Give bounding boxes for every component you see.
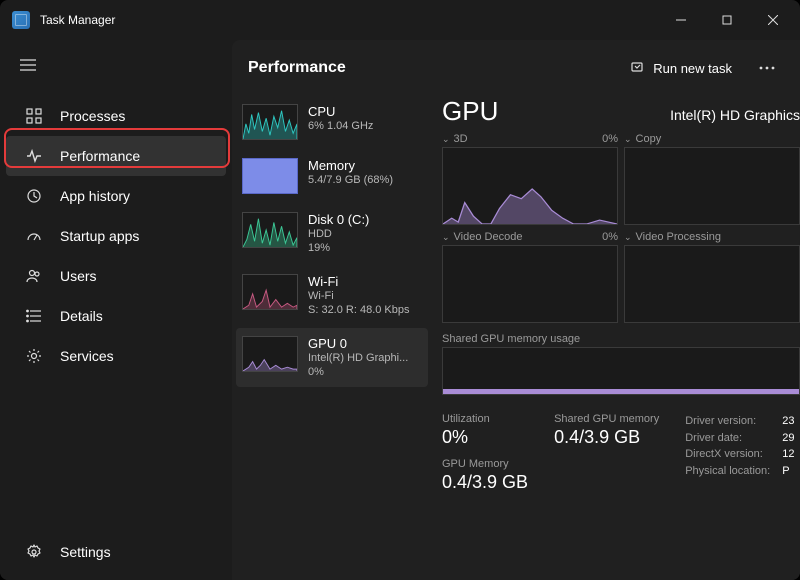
perf-sub: Wi-Fi (308, 290, 410, 304)
perf-item-wifi[interactable]: Wi-Fi Wi-Fi S: 32.0 R: 48.0 Kbps (236, 266, 428, 326)
utilization-value: 0% (442, 427, 528, 448)
chart-pct: 0% (602, 133, 618, 145)
sidebar-item-services[interactable]: Services (6, 336, 226, 376)
utilization-label: Utilization (442, 413, 528, 425)
perf-name: Wi-Fi (308, 274, 410, 290)
close-button[interactable] (750, 0, 796, 40)
history-icon (24, 186, 44, 206)
more-options-button[interactable] (750, 53, 784, 83)
disk-thumbnail (242, 212, 298, 248)
chart-shared-gpu-memory (442, 347, 800, 395)
shared-gpu-memory-stat-label: Shared GPU memory (554, 413, 659, 425)
gpu-memory-label: GPU Memory (442, 458, 528, 470)
sidebar-item-label: Users (60, 268, 97, 284)
chart-3d (442, 147, 618, 225)
window-title: Task Manager (40, 13, 115, 27)
sidebar-item-label: Performance (60, 148, 140, 164)
perf-name: Memory (308, 158, 393, 174)
shared-gpu-memory-value: 0.4/3.9 GB (554, 427, 659, 448)
driver-info-values: 23 29 12 P (782, 413, 794, 493)
perf-name: GPU 0 (308, 336, 408, 352)
sidebar-item-processes[interactable]: Processes (6, 96, 226, 136)
titlebar: Task Manager (0, 0, 800, 40)
run-task-label: Run new task (653, 61, 732, 76)
users-icon (24, 266, 44, 286)
perf-sub2: S: 32.0 R: 48.0 Kbps (308, 304, 410, 318)
performance-list: CPU 6% 1.04 GHz Memory 5.4/7.9 GB (68%) (232, 96, 432, 580)
chart-video-decode (442, 245, 618, 323)
sidebar-item-label: Details (60, 308, 103, 324)
perf-sub: Intel(R) HD Graphi... (308, 352, 408, 366)
list-icon (24, 306, 44, 326)
perf-item-cpu[interactable]: CPU 6% 1.04 GHz (236, 96, 428, 148)
chart-label-3d[interactable]: ⌄3D (442, 133, 468, 145)
chart-label-copy[interactable]: ⌄Copy (624, 133, 661, 145)
chart-label-video-processing[interactable]: ⌄Video Processing (624, 231, 721, 243)
sidebar-item-startup-apps[interactable]: Startup apps (6, 216, 226, 256)
minimize-button[interactable] (658, 0, 704, 40)
gpu-stats: Utilization 0% GPU Memory 0.4/3.9 GB Sha… (442, 413, 800, 493)
perf-sub: HDD (308, 228, 369, 242)
sidebar-item-details[interactable]: Details (6, 296, 226, 336)
memory-thumbnail (242, 158, 298, 194)
perf-name: Disk 0 (C:) (308, 212, 369, 228)
chart-pct: 0% (602, 231, 618, 243)
detail-title: GPU (442, 96, 498, 127)
driver-info: Driver version: Driver date: DirectX ver… (685, 413, 770, 493)
sidebar-item-users[interactable]: Users (6, 256, 226, 296)
window-controls (658, 0, 796, 40)
grid-icon (24, 106, 44, 126)
pulse-icon (24, 146, 44, 166)
gpu-thumbnail (242, 336, 298, 372)
chart-copy (624, 147, 800, 225)
perf-sub: 6% 1.04 GHz (308, 120, 373, 134)
chart-label-video-decode[interactable]: ⌄Video Decode (442, 231, 522, 243)
app-icon (12, 11, 30, 29)
maximize-button[interactable] (704, 0, 750, 40)
perf-item-gpu[interactable]: GPU 0 Intel(R) HD Graphi... 0% (236, 328, 428, 388)
task-manager-window: Task Manager Processes Performance App h (0, 0, 800, 580)
page-title: Performance (248, 59, 346, 77)
sidebar-item-label: Startup apps (60, 228, 139, 244)
gear-icon (24, 346, 44, 366)
perf-item-memory[interactable]: Memory 5.4/7.9 GB (68%) (236, 150, 428, 202)
perf-sub: 5.4/7.9 GB (68%) (308, 174, 393, 188)
wifi-thumbnail (242, 274, 298, 310)
content-area: Performance Run new task (232, 40, 800, 580)
sidebar-item-app-history[interactable]: App history (6, 176, 226, 216)
run-new-task-button[interactable]: Run new task (621, 54, 742, 83)
chart-video-processing (624, 245, 800, 323)
sidebar-item-settings[interactable]: Settings (6, 532, 226, 572)
gpu-detail-pane: GPU Intel(R) HD Graphics ⌄3D 0% (432, 96, 800, 580)
sidebar-item-label: Settings (60, 544, 111, 560)
sidebar-item-label: Services (60, 348, 114, 364)
sidebar-item-label: Processes (60, 108, 125, 124)
shared-gpu-memory-label: Shared GPU memory usage (442, 333, 800, 345)
perf-sub2: 0% (308, 366, 408, 380)
content-header: Performance Run new task (232, 40, 800, 96)
sidebar-item-label: App history (60, 188, 130, 204)
gpu-model: Intel(R) HD Graphics (670, 107, 800, 123)
hamburger-button[interactable] (8, 48, 48, 82)
sidebar-item-performance[interactable]: Performance (6, 136, 226, 176)
settings-icon (24, 542, 44, 562)
sidebar: Processes Performance App history Startu… (0, 40, 232, 580)
gauge-icon (24, 226, 44, 246)
perf-name: CPU (308, 104, 373, 120)
gpu-memory-value: 0.4/3.9 GB (442, 472, 528, 493)
run-task-icon (631, 60, 645, 77)
perf-item-disk[interactable]: Disk 0 (C:) HDD 19% (236, 204, 428, 264)
perf-sub2: 19% (308, 242, 369, 256)
cpu-thumbnail (242, 104, 298, 140)
